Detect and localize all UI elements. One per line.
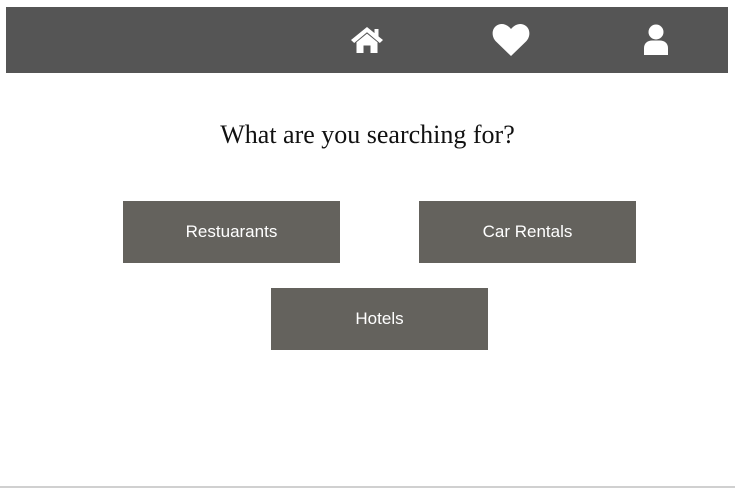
restaurants-button[interactable]: Restuarants [123,201,340,263]
home-button[interactable] [337,7,397,73]
user-icon [644,24,668,55]
home-icon [351,27,383,53]
heart-icon [492,23,530,56]
page: What are you searching for? Restuarants … [0,0,735,488]
page-title: What are you searching for? [220,120,515,149]
hotels-button[interactable]: Hotels [271,288,488,350]
top-navbar [6,7,728,73]
profile-button[interactable] [626,7,686,73]
car-rentals-button[interactable]: Car Rentals [419,201,636,263]
favorites-button[interactable] [481,7,541,73]
